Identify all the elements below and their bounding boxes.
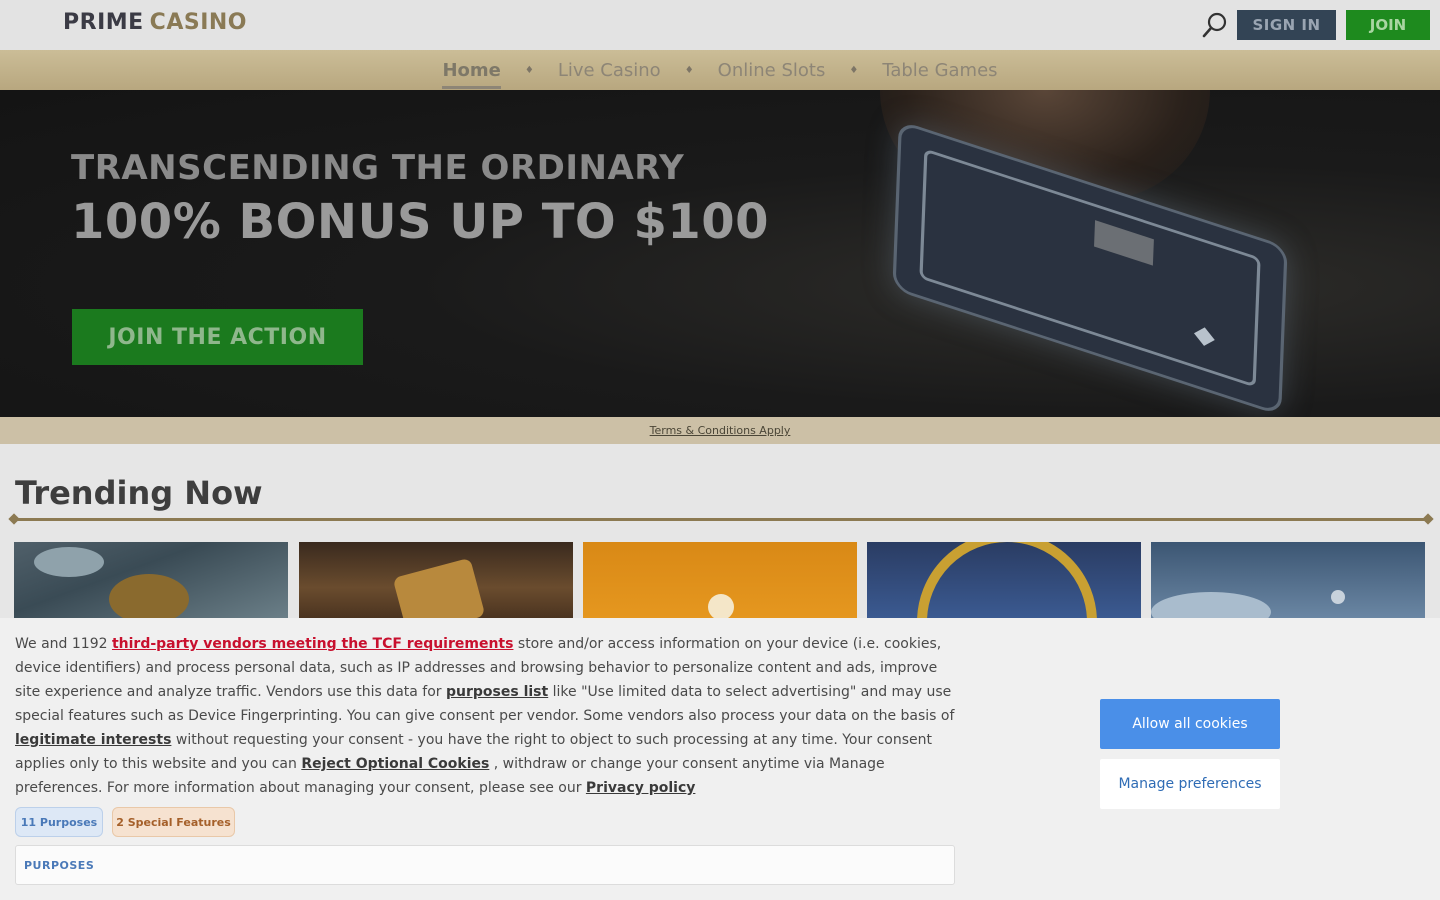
cookie-consent-banner: We and 1192 third-party vendors meeting … <box>0 618 1440 900</box>
nav-item-live-casino[interactable]: Live Casino <box>558 50 661 90</box>
card-emblem <box>1094 220 1154 266</box>
trending-title: Trending Now <box>15 474 263 512</box>
reject-optional-cookies-link[interactable]: Reject Optional Cookies <box>301 756 489 772</box>
purposes-section-header[interactable]: PURPOSES <box>15 845 955 885</box>
terms-link[interactable]: Terms & Conditions Apply <box>650 424 791 437</box>
purposes-header-label: PURPOSES <box>24 858 95 872</box>
logo-prime: PRIME <box>63 10 144 35</box>
hero-subtitle: TRANSCENDING THE ORDINARY <box>71 148 685 188</box>
nav-separator-icon: ♦ <box>524 64 534 76</box>
purposes-list-link[interactable]: purposes list <box>446 684 548 700</box>
terms-bar: Terms & Conditions Apply <box>0 417 1440 444</box>
hero-banner: TRANSCENDING THE ORDINARY 100% BONUS UP … <box>0 90 1440 417</box>
game-tile[interactable] <box>583 542 857 618</box>
main-nav: Home ♦ Live Casino ♦ Online Slots ♦ Tabl… <box>0 50 1440 90</box>
divider-diamond-icon <box>1422 513 1434 525</box>
trending-games-row <box>14 542 1426 618</box>
tile-art <box>392 557 486 618</box>
tile-art <box>34 547 104 577</box>
game-tile[interactable] <box>14 542 288 618</box>
game-tile[interactable] <box>867 542 1141 618</box>
sign-in-button[interactable]: SIGN IN <box>1237 10 1336 40</box>
divider-diamond-icon <box>8 513 20 525</box>
game-tile[interactable] <box>299 542 573 618</box>
logo-casino: CASINO <box>149 10 247 35</box>
nav-item-table-games[interactable]: Table Games <box>882 50 997 90</box>
tile-art <box>1151 592 1271 618</box>
special-features-badge[interactable]: 2 Special Features <box>112 807 235 837</box>
tile-art <box>708 594 734 618</box>
privacy-policy-link[interactable]: Privacy policy <box>586 780 696 796</box>
join-the-action-button[interactable]: JOIN THE ACTION <box>72 309 363 365</box>
purposes-badge[interactable]: 11 Purposes <box>15 807 103 837</box>
card-diamond-icon <box>1193 327 1215 346</box>
game-tile[interactable] <box>1151 542 1425 618</box>
nav-separator-icon: ♦ <box>684 64 694 76</box>
tile-art <box>1331 590 1345 604</box>
vendors-link[interactable]: third-party vendors meeting the TCF requ… <box>112 636 513 652</box>
consent-text-part: We and 1192 <box>15 636 112 652</box>
nav-item-online-slots[interactable]: Online Slots <box>718 50 826 90</box>
hero-title: 100% BONUS UP TO $100 <box>71 194 770 250</box>
legitimate-interests-link[interactable]: legitimate interests <box>15 732 171 748</box>
tile-art <box>109 574 189 618</box>
tile-art <box>917 542 1097 618</box>
card-border <box>919 148 1261 388</box>
nav-item-home[interactable]: Home <box>442 50 502 90</box>
site-logo[interactable]: PRIME CASINO <box>63 10 247 35</box>
nav-separator-icon: ♦ <box>849 64 859 76</box>
manage-preferences-button[interactable]: Manage preferences <box>1100 759 1280 809</box>
top-header: PRIME CASINO SIGN IN JOIN <box>0 0 1440 50</box>
consent-text: We and 1192 third-party vendors meeting … <box>15 632 955 800</box>
section-divider <box>8 513 1434 525</box>
search-icon[interactable] <box>1201 11 1229 39</box>
join-button[interactable]: JOIN <box>1346 10 1430 40</box>
allow-all-cookies-button[interactable]: Allow all cookies <box>1100 699 1280 749</box>
